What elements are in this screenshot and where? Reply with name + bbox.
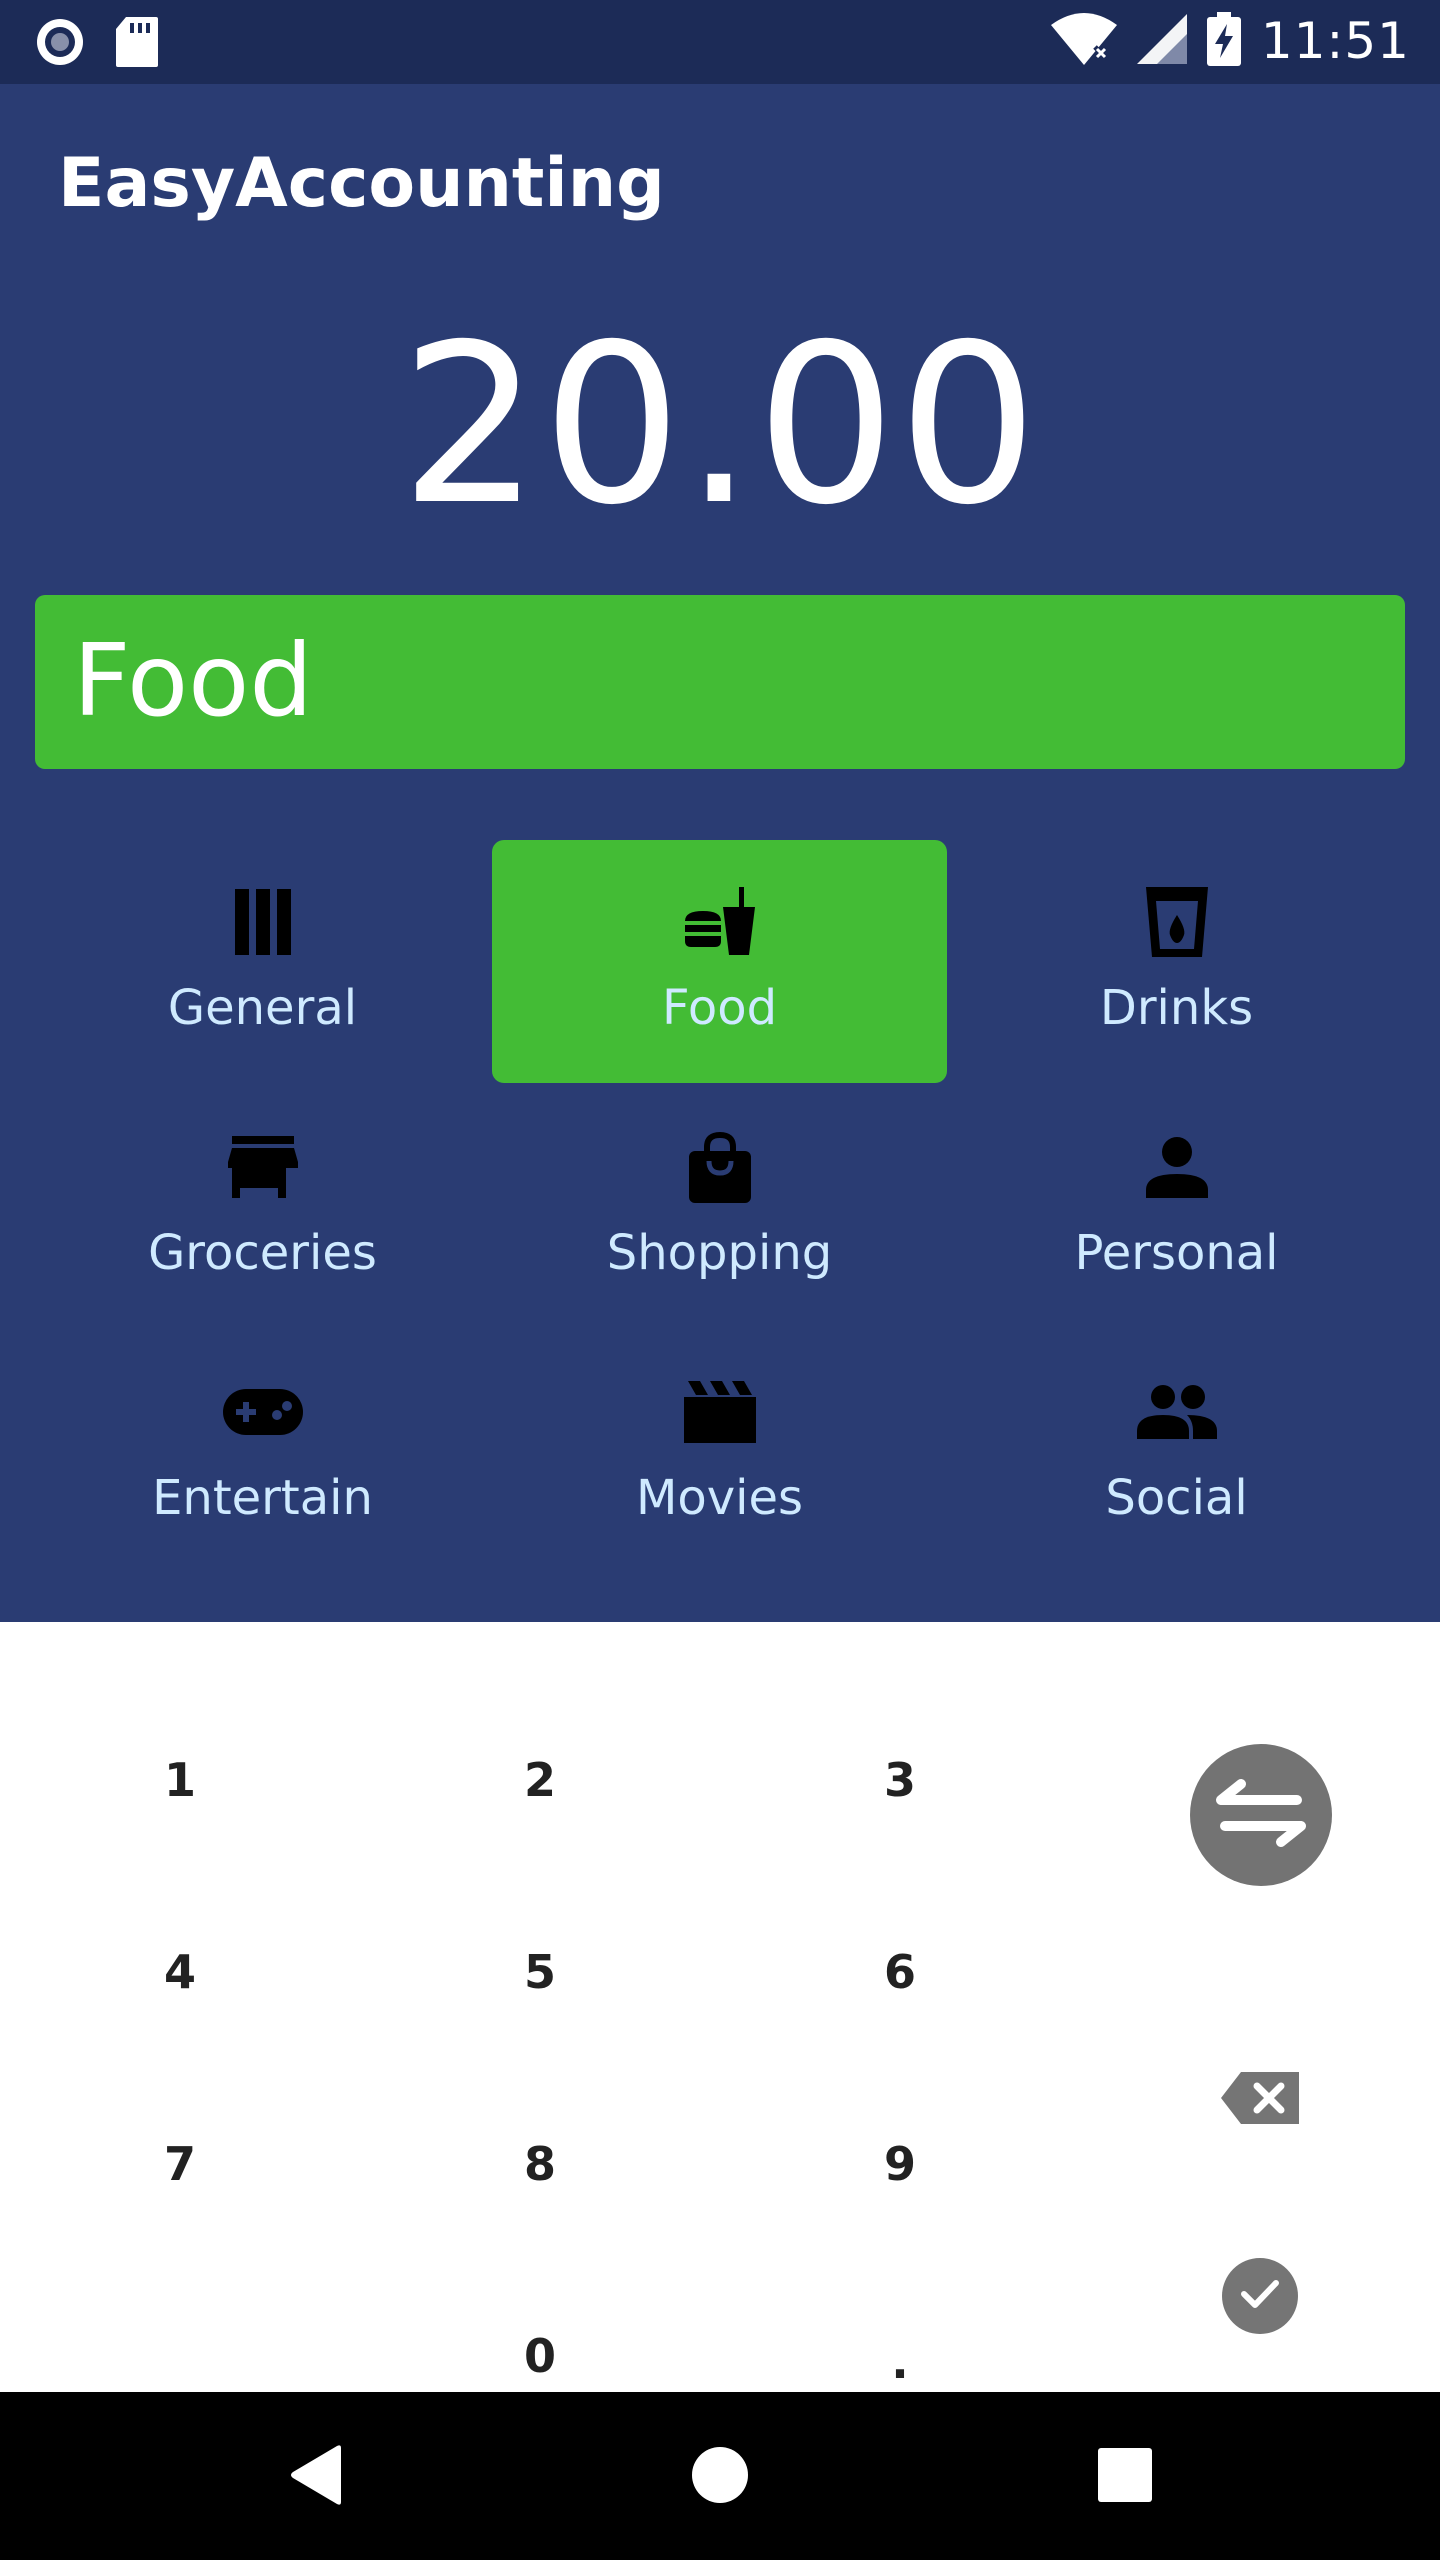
- selected-category-label: Food: [73, 622, 313, 739]
- category-general[interactable]: General: [35, 840, 490, 1083]
- back-button[interactable]: [270, 2432, 360, 2522]
- battery-charging-icon: [1206, 12, 1241, 70]
- app-title: EasyAccounting: [58, 144, 665, 223]
- gamepad-icon: [222, 1372, 303, 1452]
- category-label: Movies: [635, 1470, 804, 1526]
- home-button[interactable]: [675, 2432, 765, 2522]
- keypad: 1 2 3 4 5 6 7 8 9 0 .: [0, 1622, 1440, 2392]
- key-5[interactable]: 5: [440, 1912, 640, 2032]
- category-label: Shopping: [606, 1225, 833, 1281]
- key-1[interactable]: 1: [80, 1720, 280, 1840]
- category-personal[interactable]: Personal: [949, 1085, 1404, 1328]
- category-label: Groceries: [148, 1225, 377, 1281]
- swap-button[interactable]: [1190, 1744, 1332, 1886]
- backspace-icon: [1221, 2072, 1299, 2128]
- key-2[interactable]: 2: [440, 1720, 640, 1840]
- person-icon: [1137, 1127, 1217, 1207]
- key-6[interactable]: 6: [800, 1912, 1000, 2032]
- key-8[interactable]: 8: [440, 2104, 640, 2224]
- drink-icon: [1137, 882, 1217, 962]
- category-drinks[interactable]: Drinks: [949, 840, 1404, 1083]
- status-bar: 11:51: [0, 0, 1440, 84]
- key-4[interactable]: 4: [80, 1912, 280, 2032]
- category-label: Entertain: [152, 1470, 373, 1526]
- back-icon: [287, 2444, 343, 2510]
- key-9[interactable]: 9: [800, 2104, 1000, 2224]
- category-label: Personal: [1074, 1225, 1279, 1281]
- key-3[interactable]: 3: [800, 1720, 1000, 1840]
- people-icon: [1136, 1372, 1217, 1452]
- backspace-button[interactable]: [1210, 2040, 1310, 2160]
- check-icon: [1240, 2279, 1280, 2313]
- swap-icon: [1213, 1778, 1309, 1852]
- category-label: Food: [661, 980, 778, 1036]
- category-groceries[interactable]: Groceries: [35, 1085, 490, 1328]
- clock: 11:51: [1260, 12, 1410, 70]
- category-movies[interactable]: Movies: [492, 1330, 947, 1573]
- amount-display: 20.00: [400, 297, 1040, 553]
- navigation-bar: [0, 2392, 1440, 2560]
- home-icon: [691, 2446, 749, 2508]
- wifi-icon: [1050, 13, 1117, 69]
- shopping-bag-icon: [680, 1127, 760, 1207]
- category-food[interactable]: Food: [492, 840, 947, 1083]
- category-social[interactable]: Social: [949, 1330, 1404, 1573]
- category-entertain[interactable]: Entertain: [35, 1330, 490, 1573]
- key-7[interactable]: 7: [80, 2104, 280, 2224]
- signal-icon: [1136, 14, 1187, 68]
- category-shopping[interactable]: Shopping: [492, 1085, 947, 1328]
- columns-icon: [223, 882, 303, 962]
- recents-button[interactable]: [1080, 2432, 1170, 2522]
- store-icon: [223, 1127, 303, 1207]
- category-label: Drinks: [1099, 980, 1254, 1036]
- category-label: Social: [1105, 1470, 1248, 1526]
- movie-clapper-icon: [680, 1372, 760, 1452]
- selected-category-bar: Food: [35, 595, 1405, 769]
- app-bar: EasyAccounting: [0, 84, 1440, 284]
- fastfood-icon: [680, 882, 760, 962]
- category-label: General: [167, 980, 358, 1036]
- sd-card-icon: [116, 17, 158, 71]
- confirm-button[interactable]: [1222, 2258, 1298, 2334]
- recents-icon: [1098, 2448, 1152, 2506]
- record-icon: [34, 16, 86, 72]
